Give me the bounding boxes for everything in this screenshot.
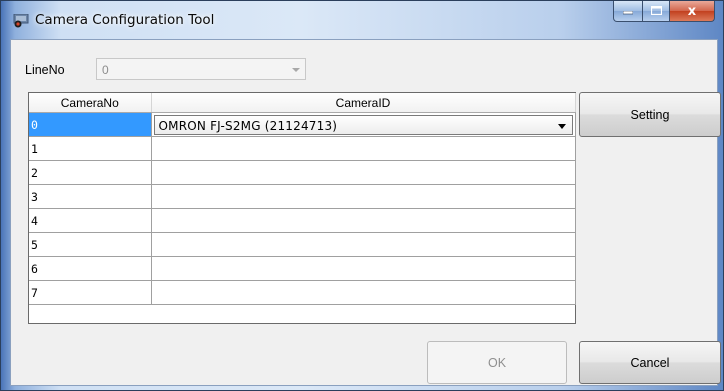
- camera-id-cell[interactable]: [151, 136, 576, 161]
- minimize-button[interactable]: [613, 1, 643, 22]
- maximize-icon: [650, 4, 662, 18]
- table-row[interactable]: 2: [29, 160, 576, 185]
- setting-button[interactable]: Setting: [579, 92, 721, 137]
- line-no-select: 0: [96, 58, 306, 80]
- table-row[interactable]: 3: [29, 184, 576, 209]
- column-header-camera-id[interactable]: CameraID: [151, 93, 576, 113]
- window-title: Camera Configuration Tool: [35, 12, 215, 28]
- app-window: Camera Configuration Tool x LineNo 0 Cam…: [0, 0, 724, 391]
- line-no-value: 0: [102, 63, 109, 77]
- close-button[interactable]: x: [670, 1, 715, 22]
- dialog-client-area: LineNo 0 CameraNo CameraID 0 OMRON FJ-S2…: [10, 39, 721, 386]
- maximize-button[interactable]: [643, 1, 670, 22]
- camera-no-cell[interactable]: 3: [29, 184, 152, 209]
- camera-id-value: OMRON FJ-S2MG (21124713): [158, 119, 338, 133]
- table-row[interactable]: 5: [29, 232, 576, 257]
- camera-id-select[interactable]: OMRON FJ-S2MG (21124713): [153, 115, 573, 135]
- table-row[interactable]: 4: [29, 208, 576, 233]
- camera-id-cell[interactable]: [151, 184, 576, 209]
- camera-app-icon: [13, 13, 29, 28]
- title-bar[interactable]: Camera Configuration Tool x: [1, 1, 723, 39]
- camera-id-cell[interactable]: [151, 256, 576, 281]
- table-row[interactable]: 6: [29, 256, 576, 281]
- camera-grid[interactable]: CameraNo CameraID 0 OMRON FJ-S2MG (21124…: [28, 92, 576, 324]
- camera-id-cell[interactable]: OMRON FJ-S2MG (21124713): [151, 112, 576, 137]
- column-header-camera-no[interactable]: CameraNo: [29, 93, 152, 113]
- chevron-down-icon[interactable]: [557, 124, 566, 129]
- table-row[interactable]: 1: [29, 136, 576, 161]
- chevron-down-icon: [292, 68, 300, 72]
- camera-id-cell[interactable]: [151, 208, 576, 233]
- camera-no-cell[interactable]: 6: [29, 256, 152, 281]
- camera-no-cell[interactable]: 2: [29, 160, 152, 185]
- caption-buttons: x: [613, 1, 715, 23]
- minimize-icon: [622, 4, 634, 18]
- camera-no-cell[interactable]: 5: [29, 232, 152, 257]
- close-icon: x: [687, 3, 697, 19]
- camera-id-cell[interactable]: [151, 232, 576, 257]
- cancel-button[interactable]: Cancel: [579, 341, 721, 384]
- camera-id-cell[interactable]: [151, 280, 576, 305]
- camera-id-cell[interactable]: [151, 160, 576, 185]
- ok-button[interactable]: OK: [427, 341, 567, 384]
- camera-no-cell[interactable]: 1: [29, 136, 152, 161]
- camera-no-cell[interactable]: 7: [29, 280, 152, 305]
- camera-no-cell[interactable]: 0: [29, 112, 152, 137]
- table-row[interactable]: 0 OMRON FJ-S2MG (21124713): [29, 112, 576, 137]
- camera-no-cell[interactable]: 4: [29, 208, 152, 233]
- line-no-label: LineNo: [25, 63, 65, 77]
- table-row[interactable]: 7: [29, 280, 576, 305]
